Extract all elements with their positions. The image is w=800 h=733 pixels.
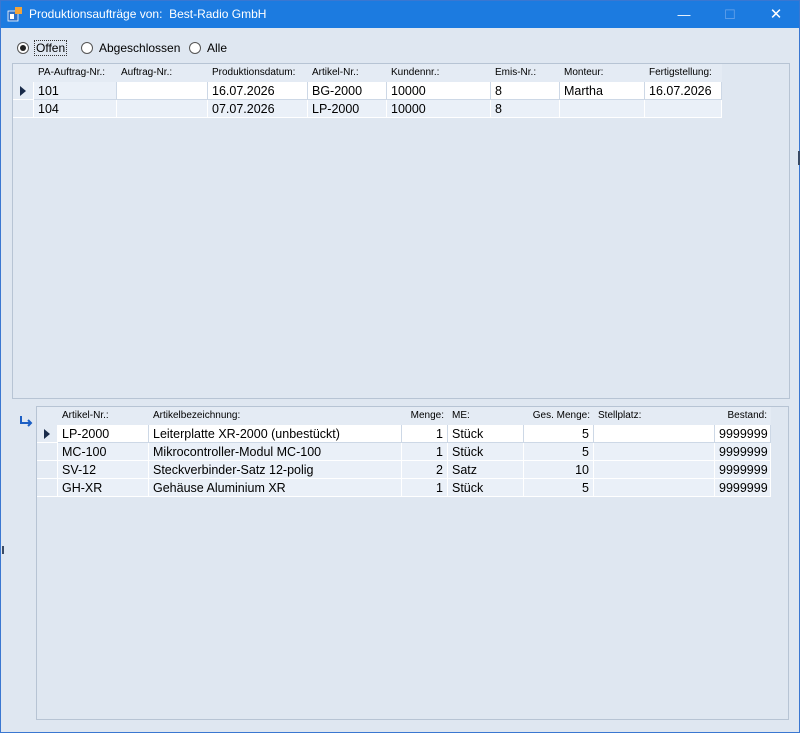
items-cell-me[interactable]: Stück: [448, 425, 524, 443]
items-header-bestand[interactable]: Bestand:: [715, 407, 771, 425]
items-cell-artikel-nr[interactable]: GH-XR: [58, 479, 149, 497]
record-selector[interactable]: [13, 100, 34, 118]
items-cell-artikelbezeichnung[interactable]: Mikrocontroller-Modul MC-100: [149, 443, 402, 461]
orders-cell-fertigstellung[interactable]: [645, 100, 722, 118]
items-cell-artikel-nr[interactable]: LP-2000: [58, 425, 149, 443]
items-cell-artikelbezeichnung[interactable]: Leiterplatte XR-2000 (unbestückt): [149, 425, 402, 443]
items-cell-stellplatz[interactable]: [594, 425, 715, 443]
items-cell-ges-menge[interactable]: 10: [524, 461, 594, 479]
minimize-button[interactable]: —: [661, 1, 707, 28]
title-bar: Produktionsaufträge von: Best-Radio GmbH…: [1, 1, 799, 28]
close-button[interactable]: ✕: [753, 1, 799, 28]
record-selector[interactable]: [37, 425, 58, 443]
orders-cell-produktionsdatum[interactable]: 07.07.2026: [208, 100, 308, 118]
radio-open-label[interactable]: Offen: [33, 40, 68, 56]
radio-closed-label[interactable]: Abgeschlossen: [99, 41, 180, 55]
items-cell-menge[interactable]: 1: [402, 479, 448, 497]
items-cell-stellplatz[interactable]: [594, 479, 715, 497]
window-edge-marker: [2, 546, 4, 554]
subform-link-icon: [20, 416, 33, 427]
radio-open[interactable]: Offen: [17, 39, 68, 57]
record-selector[interactable]: [37, 443, 58, 461]
orders-cell-emis-nr[interactable]: 8: [491, 100, 560, 118]
orders-cell-monteur[interactable]: Martha: [560, 82, 645, 100]
items-cell-artikel-nr[interactable]: MC-100: [58, 443, 149, 461]
items-cell-ges-menge[interactable]: 5: [524, 479, 594, 497]
orders-header-auftrag-nr[interactable]: Auftrag-Nr.:: [117, 64, 208, 82]
orders-cell-kundennr[interactable]: 10000: [387, 82, 491, 100]
record-selector-arrow-icon: [44, 429, 50, 439]
orders-cell-artikel-nr[interactable]: BG-2000: [308, 82, 387, 100]
items-cell-ges-menge[interactable]: 5: [524, 425, 594, 443]
items-cell-menge[interactable]: 1: [402, 443, 448, 461]
orders-cell-fertigstellung[interactable]: 16.07.2026: [645, 82, 722, 100]
items-header-menge[interactable]: Menge:: [402, 407, 448, 425]
items-cell-bestand[interactable]: 9999999: [715, 425, 771, 443]
items-cell-me[interactable]: Stück: [448, 479, 524, 497]
items-cell-artikelbezeichnung[interactable]: Steckverbinder-Satz 12-polig: [149, 461, 402, 479]
orders-header-emis-nr[interactable]: Emis-Nr.:: [491, 64, 560, 82]
orders-header-monteur[interactable]: Monteur:: [560, 64, 645, 82]
items-header-me[interactable]: ME:: [448, 407, 524, 425]
items-header-corner: [37, 407, 58, 425]
items-cell-bestand[interactable]: 9999999: [715, 461, 771, 479]
record-selector[interactable]: [13, 82, 34, 100]
items-cell-bestand[interactable]: 9999999: [715, 479, 771, 497]
orders-grid: PA-Auftrag-Nr.: Auftrag-Nr.: Produktions…: [12, 63, 790, 399]
items-cell-bestand[interactable]: 9999999: [715, 443, 771, 461]
items-grid: Artikel-Nr.: Artikelbezeichnung: Menge: …: [36, 406, 789, 720]
items-cell-menge[interactable]: 1: [402, 425, 448, 443]
radio-closed[interactable]: Abgeschlossen: [81, 39, 180, 57]
orders-header-pa-nr[interactable]: PA-Auftrag-Nr.:: [34, 64, 117, 82]
orders-header-artikel-nr[interactable]: Artikel-Nr.:: [308, 64, 387, 82]
record-selector[interactable]: [37, 461, 58, 479]
maximize-button[interactable]: ☐: [707, 1, 753, 28]
items-cell-stellplatz[interactable]: [594, 443, 715, 461]
orders-cell-monteur[interactable]: [560, 100, 645, 118]
orders-header-kundennr[interactable]: Kundennr.:: [387, 64, 491, 82]
record-selector-arrow-icon: [20, 86, 26, 96]
orders-cell-produktionsdatum[interactable]: 16.07.2026: [208, 82, 308, 100]
orders-cell-emis-nr[interactable]: 8: [491, 82, 560, 100]
window-title: Produktionsaufträge von: Best-Radio GmbH: [29, 7, 267, 21]
orders-cell-artikel-nr[interactable]: LP-2000: [308, 100, 387, 118]
orders-cell-kundennr[interactable]: 10000: [387, 100, 491, 118]
orders-header-corner: [13, 64, 34, 82]
items-cell-stellplatz[interactable]: [594, 461, 715, 479]
items-header-artikelbezeichnung[interactable]: Artikelbezeichnung:: [149, 407, 402, 425]
items-header-stellplatz[interactable]: Stellplatz:: [594, 407, 715, 425]
items-cell-me[interactable]: Stück: [448, 443, 524, 461]
items-header-ges-menge[interactable]: Ges. Menge:: [524, 407, 594, 425]
items-cell-ges-menge[interactable]: 5: [524, 443, 594, 461]
items-cell-me[interactable]: Satz: [448, 461, 524, 479]
items-header-artikel-nr[interactable]: Artikel-Nr.:: [58, 407, 149, 425]
radio-all[interactable]: Alle: [189, 39, 227, 57]
app-icon: [7, 7, 22, 22]
items-cell-artikel-nr[interactable]: SV-12: [58, 461, 149, 479]
items-cell-artikelbezeichnung[interactable]: Gehäuse Aluminium XR: [149, 479, 402, 497]
radio-open-indicator[interactable]: [17, 42, 29, 54]
orders-header-produktionsdatum[interactable]: Produktionsdatum:: [208, 64, 308, 82]
main-window: Produktionsaufträge von: Best-Radio GmbH…: [0, 0, 800, 733]
orders-header-fertigstellung[interactable]: Fertigstellung:: [645, 64, 722, 82]
items-cell-menge[interactable]: 2: [402, 461, 448, 479]
radio-closed-indicator[interactable]: [81, 42, 93, 54]
orders-cell-auftrag-nr[interactable]: [117, 82, 208, 100]
orders-cell-auftrag-nr[interactable]: [117, 100, 208, 118]
radio-all-indicator[interactable]: [189, 42, 201, 54]
radio-all-label[interactable]: Alle: [207, 41, 227, 55]
orders-cell-pa-nr[interactable]: 101: [34, 82, 117, 100]
record-selector[interactable]: [37, 479, 58, 497]
orders-cell-pa-nr[interactable]: 104: [34, 100, 117, 118]
